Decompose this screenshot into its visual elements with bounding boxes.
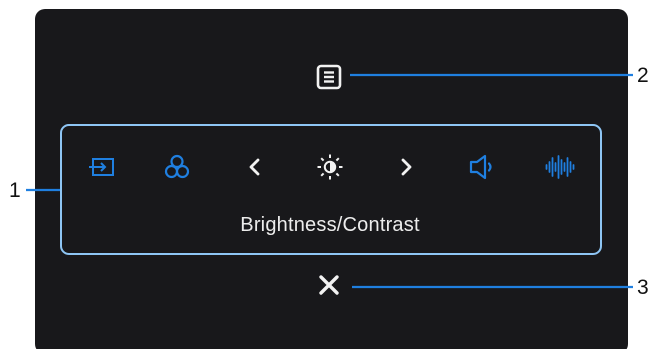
menu-icon[interactable]	[316, 64, 342, 90]
input-source-icon[interactable]	[86, 151, 118, 183]
callout-number-1: 1	[9, 179, 21, 202]
chevron-left-icon[interactable]	[239, 151, 271, 183]
audio-equalizer-icon[interactable]	[544, 151, 576, 183]
close-icon[interactable]	[317, 273, 341, 297]
callout-number-3: 3	[637, 276, 649, 299]
volume-icon[interactable]	[467, 151, 499, 183]
callout-number-2: 2	[637, 64, 649, 87]
function-label: Brightness/Contrast	[240, 214, 420, 236]
color-icon[interactable]	[161, 151, 193, 183]
figure: Brightness/Contrast 1 2 3	[0, 0, 655, 349]
brightness-icon[interactable]	[314, 151, 346, 183]
chevron-right-icon[interactable]	[390, 151, 422, 183]
